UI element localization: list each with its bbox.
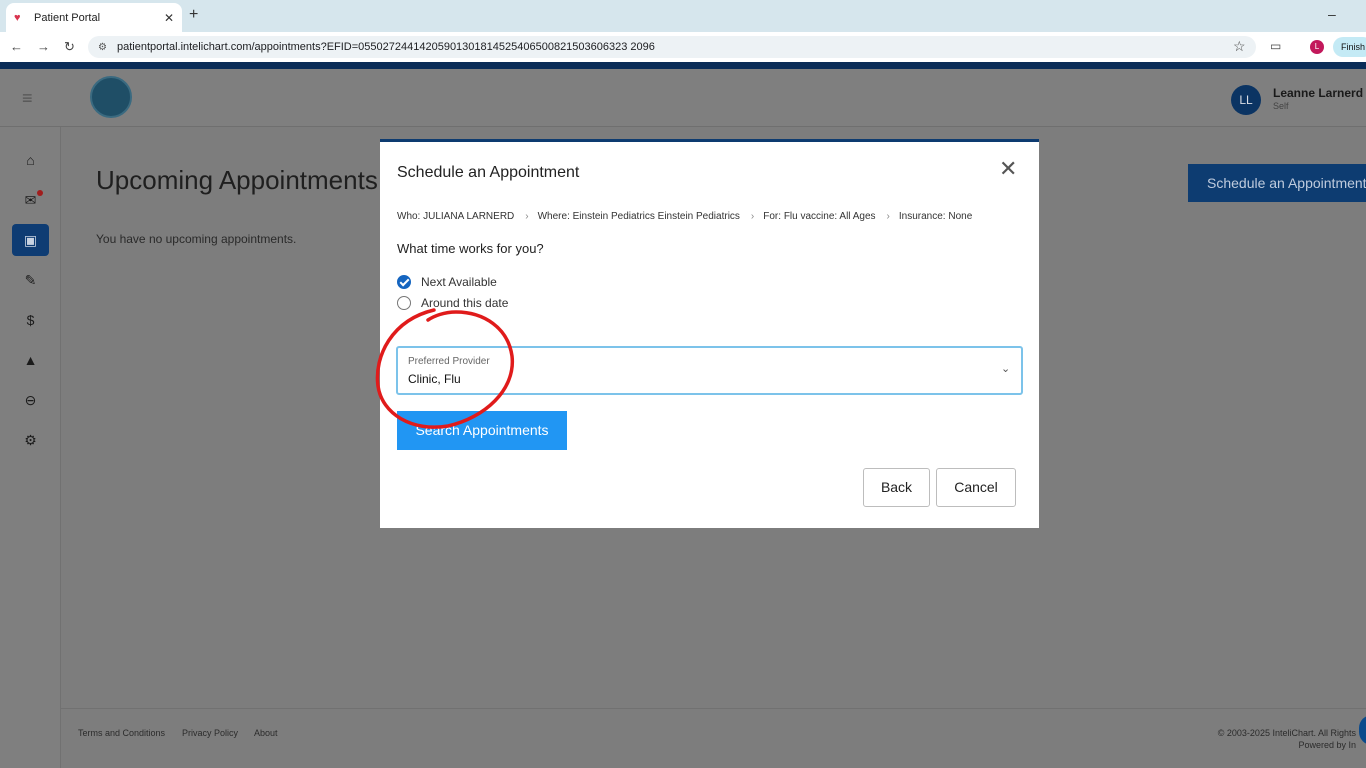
- footer: Terms and Conditions Privacy Policy Abou…: [61, 708, 1366, 768]
- radio-checked-icon[interactable]: [397, 275, 411, 289]
- select-value: Clinic, Flu: [408, 372, 461, 386]
- back-button[interactable]: Back: [863, 468, 930, 507]
- new-tab-icon[interactable]: +: [189, 6, 198, 24]
- privacy-link[interactable]: Privacy Policy: [182, 728, 238, 738]
- nav-billing[interactable]: $: [12, 304, 49, 336]
- empty-appointments-message: You have no upcoming appointments.: [96, 232, 297, 246]
- nav-links[interactable]: ⊖: [12, 384, 49, 416]
- home-icon: ⌂: [26, 152, 35, 168]
- dialog-title: Schedule an Appointment: [397, 164, 580, 181]
- browser-tab[interactable]: ♥ Patient Portal ✕: [6, 3, 182, 32]
- user-avatar[interactable]: LL: [1231, 85, 1261, 115]
- crumb-where[interactable]: Where: Einstein Pediatrics Einstein Pedi…: [538, 211, 740, 222]
- calendar-icon: ▣: [23, 232, 38, 248]
- nav-messages[interactable]: ✉: [12, 184, 49, 216]
- nav-forms[interactable]: ✎: [12, 264, 49, 296]
- forward-arrow-icon[interactable]: →: [37, 39, 50, 54]
- option-label: Around this date: [421, 296, 509, 310]
- crumb-who[interactable]: Who: JULIANA LARNERD: [397, 211, 514, 222]
- page-title: Upcoming Appointments: [96, 165, 378, 195]
- chevron-right-icon: ›: [750, 211, 755, 222]
- close-icon[interactable]: ✕: [999, 158, 1017, 180]
- crumb-for[interactable]: For: Flu vaccine: All Ages: [763, 211, 875, 222]
- select-label: Preferred Provider: [408, 356, 490, 367]
- close-tab-icon[interactable]: ✕: [164, 11, 174, 25]
- profile-avatar[interactable]: L: [1310, 40, 1324, 54]
- radio-unchecked-icon[interactable]: [397, 296, 411, 310]
- site-info-icon[interactable]: ⚙: [98, 42, 107, 53]
- url-text: patientportal.intelichart.com/appointmen…: [116, 41, 655, 53]
- mail-icon: ✉: [24, 192, 37, 208]
- menu-icon[interactable]: ≡: [22, 88, 33, 109]
- about-link[interactable]: About: [254, 728, 278, 738]
- browser-tab-bar: ♥ Patient Portal ✕ + –: [0, 0, 1366, 32]
- practice-logo[interactable]: [90, 76, 132, 118]
- cancel-button[interactable]: Cancel: [936, 468, 1016, 507]
- nav-settings[interactable]: ⚙: [12, 424, 49, 456]
- back-arrow-icon[interactable]: ←: [10, 39, 23, 54]
- app-header: ≡ LL Leanne Larnerd Self: [0, 69, 1366, 127]
- url-input[interactable]: ⚙ patientportal.intelichart.com/appointm…: [88, 36, 1256, 58]
- minimize-icon[interactable]: –: [1328, 6, 1336, 22]
- favicon-heart-icon: ♥: [14, 11, 21, 24]
- link-icon: ⊖: [24, 392, 37, 408]
- box-icon: ▲: [23, 352, 38, 368]
- selection-breadcrumb: Who: JULIANA LARNERD › Where: Einstein P…: [397, 211, 972, 222]
- schedule-appointment-dialog: Schedule an Appointment ✕ Who: JULIANA L…: [380, 139, 1039, 528]
- gear-icon: ⚙: [24, 432, 37, 448]
- time-question: What time works for you?: [397, 241, 544, 256]
- reload-icon[interactable]: ↻: [64, 39, 75, 55]
- crumb-insurance[interactable]: Insurance: None: [899, 211, 972, 222]
- option-label: Next Available: [421, 275, 497, 289]
- option-next-available[interactable]: Next Available: [397, 275, 497, 289]
- extension-icon[interactable]: ▭: [1270, 39, 1281, 53]
- unread-dot: [37, 190, 43, 196]
- terms-link[interactable]: Terms and Conditions: [78, 728, 165, 738]
- option-around-date[interactable]: Around this date: [397, 296, 508, 310]
- page-top-stripe: [0, 62, 1366, 69]
- edit-icon: ✎: [24, 272, 37, 288]
- copyright-text: © 2003-2025 InteliChart. All Rights: [1217, 728, 1356, 738]
- address-bar-row: ← → ↻ ⚙ patientportal.intelichart.com/ap…: [0, 32, 1366, 62]
- finish-update-button[interactable]: Finish: [1333, 37, 1366, 57]
- dollar-icon: $: [26, 312, 35, 328]
- schedule-appointment-button[interactable]: Schedule an Appointment: [1188, 164, 1366, 202]
- side-navigation: ⌂ ✉ ▣ ✎ $ ▲ ⊖ ⚙: [0, 127, 61, 768]
- chevron-right-icon: ›: [525, 211, 529, 222]
- user-relation: Self: [1273, 101, 1289, 111]
- user-name[interactable]: Leanne Larnerd: [1273, 86, 1363, 100]
- nav-appointments[interactable]: ▣: [12, 224, 49, 256]
- nav-health-record[interactable]: ▲: [12, 344, 49, 376]
- chevron-right-icon: ›: [886, 211, 890, 222]
- powered-by-text: Powered by In: [1298, 740, 1356, 750]
- preferred-provider-select[interactable]: Preferred Provider Clinic, Flu ⌄: [396, 346, 1023, 395]
- chevron-down-icon: ⌄: [1001, 363, 1011, 375]
- search-appointments-button[interactable]: Search Appointments: [397, 411, 567, 450]
- bookmark-star-icon[interactable]: ☆: [1233, 38, 1246, 55]
- nav-home[interactable]: ⌂: [12, 144, 49, 176]
- tab-title: Patient Portal: [34, 11, 101, 24]
